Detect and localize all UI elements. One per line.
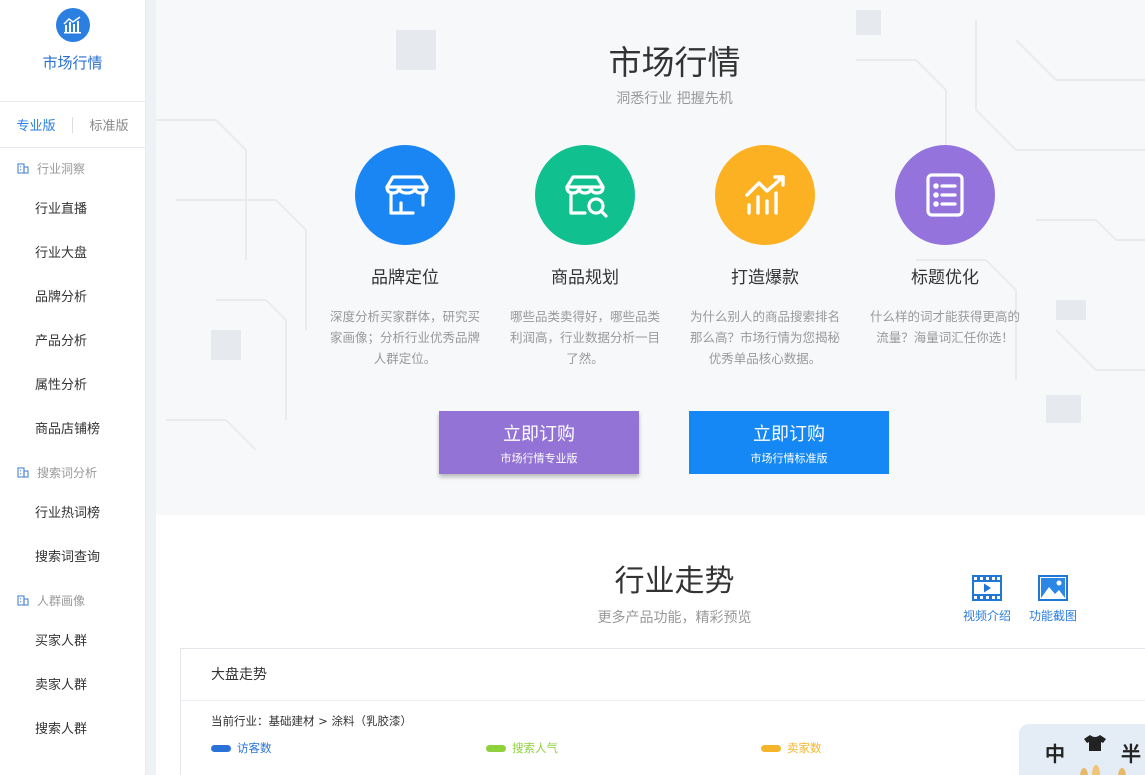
buy-button-label: 立即订购 [753, 424, 825, 445]
tab-standard-edition[interactable]: 标准版 [73, 115, 145, 134]
feature-brand-positioning: 品牌定位 深度分析买家群体，研究买家画像；分析行业优秀品牌人群定位。 [325, 145, 485, 369]
building-icon [17, 595, 29, 606]
store-icon [355, 145, 455, 245]
screenshot-label: 功能截图 [1028, 609, 1077, 623]
widget-char: 中 [1045, 742, 1065, 766]
feature-description: 深度分析买家群体，研究买家画像；分析行业优秀品牌人群定位。 [329, 309, 480, 366]
legend-swatch [761, 744, 781, 752]
current-industry: 当前行业：基础建材 > 涂料（乳胶漆） [211, 714, 412, 728]
legend-visitors[interactable]: 访客数 [211, 740, 272, 756]
hero-subtitle: 洞悉行业 把握先机 [616, 91, 733, 107]
sidebar: 市场行情 专业版 标准版 行业洞察 行业直播 行业大盘 品牌分析 产品分析 属性… [0, 0, 146, 775]
tshirt-icon [1084, 735, 1106, 751]
panel-title: 大盘走势 [181, 649, 1145, 701]
legend-label: 卖家数 [787, 741, 822, 755]
nav-item-industry-live[interactable]: 行业直播 [0, 188, 145, 232]
sidebar-logo: 市场行情 [0, 0, 145, 102]
nav-group-search: 搜索词分析 [0, 452, 145, 492]
shop-search-icon [535, 145, 635, 245]
nav-group-industry: 行业洞察 [0, 148, 145, 188]
legend-label: 搜索人气 [512, 741, 558, 755]
nav-item-hot-words[interactable]: 行业热词榜 [0, 492, 145, 536]
market-trend-panel: 大盘走势 当前行业：基础建材 > 涂料（乳胶漆） 访客数 搜索人气 卖家数 [180, 648, 1145, 775]
trend-chart-icon [715, 145, 815, 245]
edition-tabs: 专业版 标准版 [0, 102, 145, 148]
feature-title: 标题优化 [911, 268, 979, 288]
nav-group-label: 搜索词分析 [37, 465, 98, 480]
nav-item-seller-audience[interactable]: 卖家人群 [0, 664, 145, 708]
nav-item-shop-ranking[interactable]: 商品店铺榜 [0, 408, 145, 452]
nav-group-audience: 人群画像 [0, 580, 145, 620]
video-icon [972, 575, 1002, 601]
feature-title: 品牌定位 [371, 268, 439, 288]
feature-title: 打造爆款 [731, 268, 799, 288]
buy-button-label: 立即订购 [503, 424, 575, 445]
buy-button-sublabel: 市场行情标准版 [750, 452, 828, 465]
buy-pro-button[interactable]: 立即订购 市场行情专业版 [439, 411, 639, 474]
image-icon [1038, 575, 1068, 601]
video-intro-link[interactable]: 视频介绍 [957, 574, 1017, 624]
sidebar-gutter [146, 0, 156, 775]
legend-swatch [211, 744, 231, 752]
market-chart-icon [55, 8, 90, 42]
legend-search-popularity[interactable]: 搜索人气 [486, 740, 558, 756]
feature-product-planning: 商品规划 哪些品类卖得好，哪些品类利润高，行业数据分析一目了然。 [505, 145, 665, 369]
nav-item-buyer-audience[interactable]: 买家人群 [0, 620, 145, 664]
nav-group-label: 行业洞察 [37, 161, 86, 176]
hero-section: 市场行情 洞悉行业 把握先机 品牌定位 深度分析买家群体，研究买家画像；分析行业… [156, 0, 1145, 515]
main-content: 市场行情 洞悉行业 把握先机 品牌定位 深度分析买家群体，研究买家画像；分析行业… [156, 0, 1145, 775]
legend-label: 访客数 [237, 741, 272, 755]
nav-group-label: 人群画像 [37, 593, 86, 608]
feature-title: 商品规划 [551, 268, 619, 288]
building-icon [17, 163, 29, 174]
feature-hot-product: 打造爆款 为什么别人的商品搜索排名那么高？市场行情为您揭秘优秀单品核心数据。 [685, 145, 845, 369]
nav-item-attribute-analysis[interactable]: 属性分析 [0, 364, 145, 408]
nav-item-product-analysis[interactable]: 产品分析 [0, 320, 145, 364]
floating-widget[interactable]: 中 半 [1019, 724, 1145, 775]
screenshot-link[interactable]: 功能截图 [1023, 574, 1083, 624]
building-icon [17, 467, 29, 478]
feature-description: 哪些品类卖得好，哪些品类利润高，行业数据分析一目了然。 [509, 309, 660, 366]
feature-description: 什么样的词才能获得更高的流量？海量词汇任你选！ [869, 309, 1020, 345]
sidebar-title: 市场行情 [42, 54, 103, 72]
buy-button-sublabel: 市场行情专业版 [500, 452, 578, 465]
nav-item-search-query[interactable]: 搜索词查询 [0, 536, 145, 580]
nav-item-search-audience[interactable]: 搜索人群 [0, 708, 145, 752]
nav-item-brand-analysis[interactable]: 品牌分析 [0, 276, 145, 320]
tab-pro-edition[interactable]: 专业版 [0, 115, 72, 134]
legend-sellers[interactable]: 卖家数 [761, 740, 822, 756]
wheat-icon [1080, 765, 1126, 775]
nav-item-industry-overview[interactable]: 行业大盘 [0, 232, 145, 276]
feature-title-optimization: 标题优化 什么样的词才能获得更高的流量？海量词汇任你选！ [865, 145, 1025, 348]
video-intro-label: 视频介绍 [962, 609, 1011, 623]
list-icon [895, 145, 995, 245]
legend-swatch [486, 744, 506, 752]
buy-standard-button[interactable]: 立即订购 市场行情标准版 [689, 411, 889, 474]
feature-description: 为什么别人的商品搜索排名那么高？市场行情为您揭秘优秀单品核心数据。 [689, 309, 840, 366]
hero-title: 市场行情 [608, 43, 741, 82]
